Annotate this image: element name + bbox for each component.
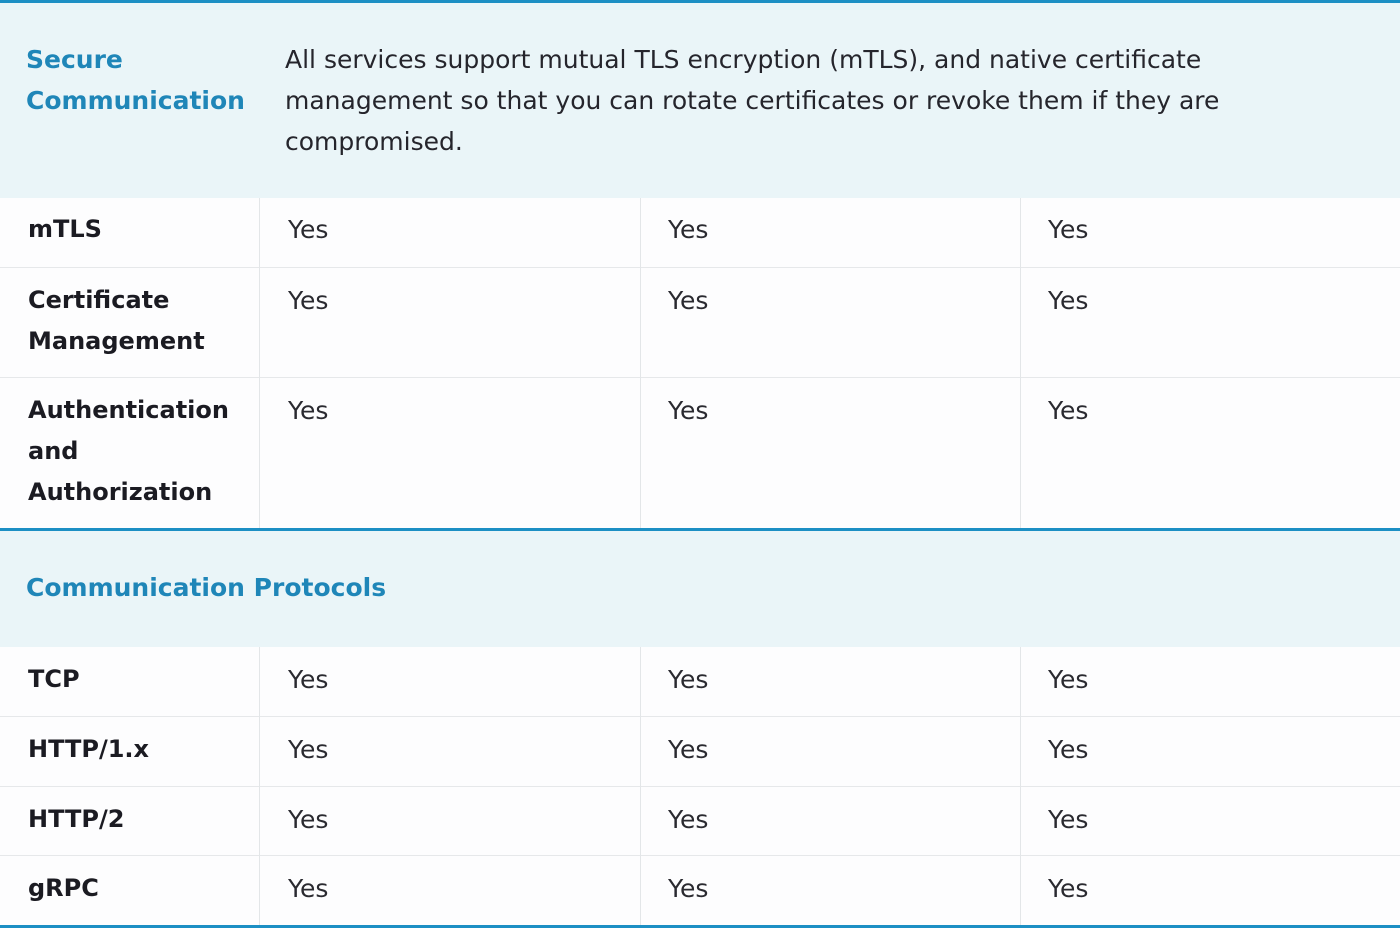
cell-value: Yes <box>1048 215 1089 244</box>
cell-value: Yes <box>1048 396 1089 425</box>
column-divider <box>259 647 260 925</box>
column-divider <box>640 647 641 925</box>
section-title: Communication Protocols <box>26 573 387 602</box>
row-label: HTTP/2 <box>28 805 125 833</box>
cell-value: Yes <box>288 665 329 694</box>
cell-value: Yes <box>668 735 709 764</box>
section-header-secure-communication: Secure Communication All services suppor… <box>0 0 1400 198</box>
comparison-table: Secure Communication All services suppor… <box>0 0 1400 928</box>
row-label: HTTP/1.x <box>28 735 150 763</box>
table-row: HTTP/2 Yes Yes Yes <box>0 786 1400 855</box>
table-row: Certificate Management Yes Yes Yes <box>0 267 1400 377</box>
cell-value: Yes <box>288 735 329 764</box>
cell-value: Yes <box>288 874 329 903</box>
row-label: Authentication and Authorization <box>28 396 229 506</box>
row-label: gRPC <box>28 874 99 902</box>
cell-value: Yes <box>288 286 329 315</box>
column-divider <box>640 198 641 528</box>
cell-value: Yes <box>1048 874 1089 903</box>
row-label: Certificate Management <box>28 286 205 355</box>
cell-value: Yes <box>1048 665 1089 694</box>
row-label: mTLS <box>28 215 102 243</box>
section-description: All services support mutual TLS encrypti… <box>285 45 1220 156</box>
cell-value: Yes <box>668 874 709 903</box>
cell-value: Yes <box>288 805 329 834</box>
cell-value: Yes <box>288 215 329 244</box>
cell-value: Yes <box>668 805 709 834</box>
section-header-communication-protocols: Communication Protocols <box>0 528 1400 647</box>
column-divider <box>259 198 260 528</box>
column-divider <box>1020 647 1021 925</box>
cell-value: Yes <box>288 396 329 425</box>
table-row: TCP Yes Yes Yes <box>0 647 1400 716</box>
row-label: TCP <box>28 665 80 693</box>
cell-value: Yes <box>668 665 709 694</box>
table-row: Authentication and Authorization Yes Yes… <box>0 377 1400 528</box>
cell-value: Yes <box>668 286 709 315</box>
section-title: Secure Communication <box>26 45 245 115</box>
table-row: HTTP/1.x Yes Yes Yes <box>0 716 1400 786</box>
table-row: mTLS Yes Yes Yes <box>0 198 1400 267</box>
cell-value: Yes <box>668 215 709 244</box>
table-row: gRPC Yes Yes Yes <box>0 855 1400 925</box>
cell-value: Yes <box>1048 286 1089 315</box>
cell-value: Yes <box>668 396 709 425</box>
cell-value: Yes <box>1048 735 1089 764</box>
column-divider <box>1020 198 1021 528</box>
cell-value: Yes <box>1048 805 1089 834</box>
